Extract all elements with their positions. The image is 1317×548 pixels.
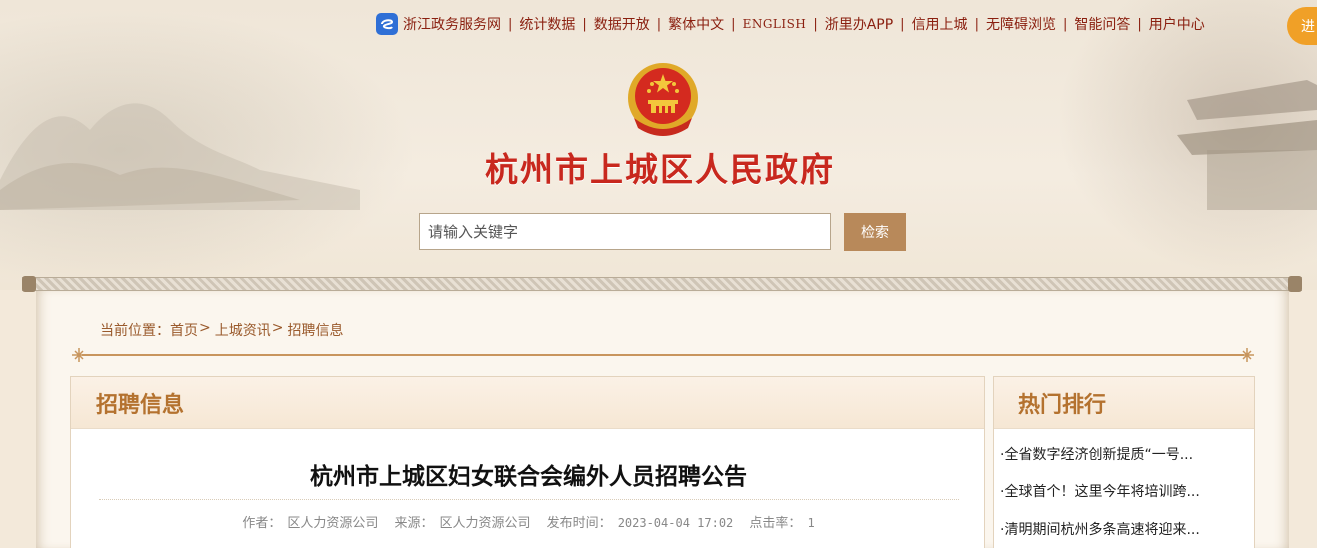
separator: | [508, 16, 513, 32]
separator: | [582, 16, 587, 32]
national-emblem-icon [628, 63, 698, 136]
published-label: 发布时间： [546, 516, 612, 531]
separator: | [900, 16, 905, 32]
link-accessibility[interactable]: 无障碍浏览 [986, 14, 1056, 34]
divider-line [82, 354, 1244, 356]
search-input[interactable] [419, 213, 831, 250]
section-title: 招聘信息 [71, 377, 984, 429]
clicks-label: 点击率： [749, 516, 802, 531]
author-label: 作者： [242, 516, 282, 531]
link-open-data[interactable]: 数据开放 [594, 14, 650, 34]
top-links-bar: 浙江政务服务网 | 统计数据 | 数据开放 | 繁体中文 | ENGLISH |… [376, 13, 1205, 35]
author-value: 区人力资源公司 [287, 516, 379, 531]
clicks-meta: 点击率： 1 [746, 516, 817, 531]
zhejiang-gov-icon [376, 13, 398, 35]
link-label: 浙江政务服务网 [403, 17, 501, 33]
author-meta: 作者： 区人力资源公司 [239, 516, 381, 531]
list-item[interactable]: ·清明期间杭州多条高速将迎来... [1000, 510, 1254, 548]
link-user-center[interactable]: 用户中心 [1149, 14, 1205, 34]
article-separator [99, 499, 959, 500]
breadcrumb-recruitment[interactable]: 招聘信息 [287, 320, 343, 340]
hot-ranking-title: 热门排行 [994, 377, 1254, 429]
separator: | [656, 16, 662, 32]
list-item[interactable]: ·全省数字经济创新提质“一号... [1000, 435, 1254, 473]
ornamental-divider [72, 348, 1254, 362]
hot-ranking-list: ·全省数字经济创新提质“一号... ·全球首个！这里今年将培训跨... ·清明期… [994, 429, 1254, 548]
scroll-rod-decoration [22, 276, 1302, 292]
article-meta: 作者： 区人力资源公司 来源： 区人力资源公司 发布时间： 2023-04-04 17… [71, 512, 986, 531]
link-traditional-chinese[interactable]: 繁体中文 [668, 14, 724, 34]
landscape-painting-decoration [0, 103, 360, 210]
hot-ranking-panel: 热门排行 ·全省数字经济创新提质“一号... ·全球首个！这里今年将培训跨...… [993, 376, 1255, 548]
separator: | [1137, 16, 1142, 32]
site-title: 杭州市上城区人民政府 [485, 150, 835, 189]
search-button[interactable]: 检索 [844, 213, 906, 251]
breadcrumb-news[interactable]: 上城资讯 [215, 320, 271, 340]
link-credit-shangcheng[interactable]: 信用上城 [912, 14, 968, 34]
source-label: 来源： [394, 516, 434, 531]
separator: | [1062, 16, 1068, 32]
link-zhejiang-gov-service[interactable]: 浙江政务服务网 [376, 13, 501, 35]
ornament-icon [1240, 348, 1254, 362]
pagoda-decoration [1177, 80, 1317, 210]
breadcrumb-prefix: 当前位置： [100, 323, 170, 339]
breadcrumb-separator: > [271, 320, 284, 336]
user-entry-button[interactable]: 进 [1287, 7, 1317, 45]
breadcrumb: 当前位置： 首页 > 上城资讯 > 招聘信息 [100, 320, 343, 340]
published-value: 2023-04-04 17:02 [617, 516, 734, 530]
separator: | [731, 16, 736, 32]
link-zheliban-app[interactable]: 浙里办APP [825, 14, 893, 34]
breadcrumb-separator: > [199, 320, 211, 336]
link-statistics[interactable]: 统计数据 [519, 14, 575, 34]
separator: | [813, 16, 818, 32]
source-meta: 来源： 区人力资源公司 [392, 516, 534, 531]
separator: | [974, 16, 979, 32]
breadcrumb-home[interactable]: 首页 [170, 320, 198, 340]
link-english[interactable]: ENGLISH [743, 17, 807, 31]
clicks-value: 1 [807, 516, 815, 530]
article-panel: 招聘信息 杭州市上城区妇女联合会编外人员招聘公告 作者： 区人力资源公司 来源： 区… [70, 376, 985, 548]
link-smart-qa[interactable]: 智能问答 [1074, 14, 1130, 34]
published-meta: 发布时间： 2023-04-04 17:02 [544, 516, 737, 531]
source-value: 区人力资源公司 [439, 516, 531, 531]
article-title: 杭州市上城区妇女联合会编外人员招聘公告 [310, 464, 747, 490]
list-item[interactable]: ·全球首个！这里今年将培训跨... [1000, 473, 1254, 511]
